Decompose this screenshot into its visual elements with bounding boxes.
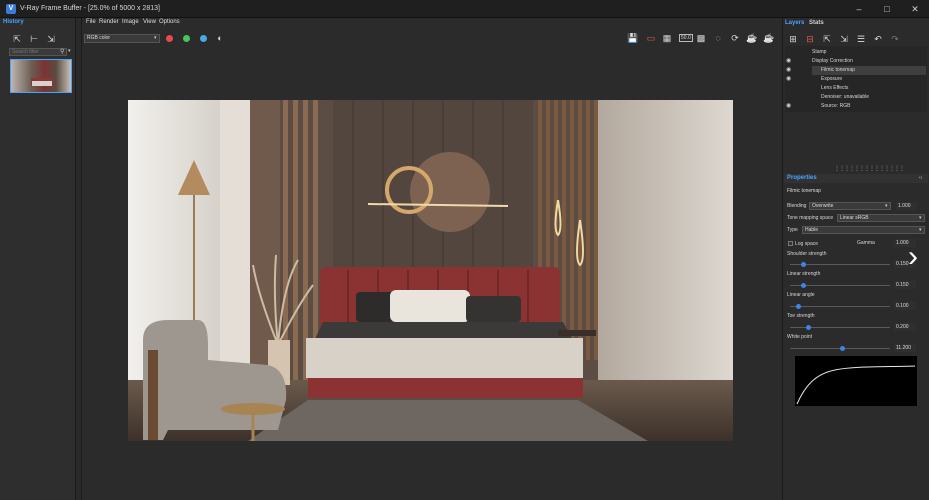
type-label: Type [787, 227, 798, 233]
red-channel-icon[interactable] [166, 35, 173, 42]
blending-label: Blending [787, 203, 807, 209]
linear-angle-knob[interactable] [796, 304, 801, 309]
chevron-down-icon[interactable]: ▾ [885, 203, 888, 209]
load-layers-icon[interactable]: ⇲ [838, 33, 850, 45]
linear-strength-field[interactable]: 0.150 [894, 281, 916, 289]
window-title: V-Ray Frame Buffer - [25.0% of 5000 x 28… [20, 5, 160, 12]
stop-render-icon[interactable]: ☕ [746, 32, 758, 44]
blending-amount-field[interactable]: 1.000 [896, 202, 918, 210]
blue-channel-icon[interactable] [200, 35, 207, 42]
save-layers-icon[interactable]: ⇱ [821, 33, 833, 45]
history-thumbnail[interactable] [10, 59, 72, 93]
tone-curve-line [796, 365, 916, 405]
thumbnail-sheet [32, 81, 52, 86]
close-icon[interactable]: ✕ [901, 0, 929, 18]
toe-strength-label: Toe strength [787, 313, 815, 319]
eye-icon[interactable]: ◉ [786, 66, 794, 74]
layer-source-rgb[interactable]: Source: RGB [821, 102, 929, 111]
eye-icon[interactable]: ◉ [786, 102, 794, 110]
save-history-icon[interactable]: ⇱ [11, 33, 23, 45]
status-bar [82, 492, 782, 500]
shoulder-strength-label: Shoulder strength [787, 251, 827, 257]
chevron-down-icon[interactable]: ▾ [919, 227, 922, 233]
linear-angle-slider[interactable] [790, 306, 890, 307]
layer-denoiser[interactable]: Denoiser: unavailable [821, 93, 929, 102]
toe-strength-slider[interactable] [790, 327, 890, 328]
blending-select[interactable]: Overwrite [809, 202, 891, 210]
menu-render[interactable]: Render [99, 19, 119, 25]
panel-resize-handle[interactable]: ⋮⋮⋮⋮⋮⋮⋮⋮⋮⋮⋮⋮⋮⋮ [834, 165, 905, 172]
collapse-icon[interactable]: ‹› [919, 175, 922, 181]
layer-display-correction[interactable]: Display Correction [812, 57, 926, 66]
redo-icon[interactable]: ↷ [889, 33, 901, 45]
log-space-checkbox[interactable] [788, 241, 793, 246]
region-render-icon[interactable]: ▦ [661, 32, 673, 44]
linear-strength-knob[interactable] [801, 283, 806, 288]
interactive-render-icon[interactable]: ⟳ [729, 32, 741, 44]
tab-stats[interactable]: Stats [809, 20, 824, 26]
toe-strength-field[interactable]: 0.200 [894, 323, 916, 331]
add-layer-icon[interactable]: ⊞ [787, 33, 799, 45]
white-point-label: White point [787, 334, 813, 340]
history-filter-input[interactable] [9, 48, 67, 56]
gamma-label: Gamma [857, 240, 875, 246]
bedroom-render [128, 100, 733, 441]
layer-lens-effects[interactable]: Lens Effects [821, 84, 929, 93]
compare-ab-icon[interactable]: ⊢ [28, 33, 40, 45]
log-space-label: Log space [795, 241, 819, 247]
delete-layer-icon[interactable]: ⊟ [804, 33, 816, 45]
save-image-icon[interactable]: 💾 [627, 32, 639, 44]
eye-icon[interactable]: ◉ [786, 57, 794, 65]
maximize-icon[interactable]: □ [873, 0, 901, 18]
teapot-render-icon[interactable]: ☕ [763, 32, 775, 44]
tone-mapping-space-label: Tone mapping space [787, 215, 834, 221]
lens-icon[interactable]: ◌ [712, 32, 724, 44]
layer-stamp[interactable]: Stamp [812, 48, 926, 57]
tab-layers[interactable]: Layers [785, 20, 804, 26]
linear-angle-field[interactable]: 0.100 [894, 302, 916, 310]
green-channel-icon[interactable] [183, 35, 190, 42]
layer-exposure[interactable]: Exposure [821, 75, 929, 84]
linear-strength-label: Linear strength [787, 271, 821, 277]
menu-options[interactable]: Options [159, 19, 180, 25]
white-point-field[interactable]: 11.200 [894, 344, 916, 352]
load-history-icon[interactable]: ⇲ [45, 33, 57, 45]
chevron-down-icon[interactable]: ▾ [919, 215, 922, 221]
white-point-knob[interactable] [840, 346, 845, 351]
history-tab[interactable]: History [3, 19, 43, 29]
clear-image-icon[interactable]: ▭ [645, 32, 657, 44]
search-icon[interactable]: ⚲ [60, 48, 68, 56]
eye-icon[interactable]: ◉ [786, 75, 794, 83]
properties-subtitle: Filmic tonemap [787, 188, 821, 194]
channel-select[interactable]: RGB color [84, 34, 160, 43]
properties-title: Properties [787, 175, 817, 181]
render-image[interactable] [128, 100, 733, 441]
chevron-right-icon[interactable]: › [900, 240, 926, 274]
toe-strength-knob[interactable] [806, 325, 811, 330]
tone-curve-graph [795, 356, 917, 406]
chevron-down-icon[interactable]: ▾ [154, 34, 157, 43]
zoom-level[interactable]: 50.0 [679, 34, 693, 42]
monochrome-icon[interactable]: ◐ [214, 32, 226, 44]
linear-angle-label: Linear angle [787, 292, 815, 298]
type-select[interactable]: Hable [802, 226, 925, 234]
tone-mapping-space-select[interactable]: Linear sRGB [837, 214, 925, 222]
chevron-down-icon[interactable]: ▾ [68, 48, 74, 56]
menu-file[interactable]: File [86, 19, 96, 25]
menu-image[interactable]: Image [122, 19, 139, 25]
layer-filmic-tonemap[interactable]: Filmic tonemap [821, 66, 929, 75]
shoulder-strength-knob[interactable] [801, 262, 806, 267]
layer-list-icon[interactable]: ☰ [855, 33, 867, 45]
undo-icon[interactable]: ↶ [872, 33, 884, 45]
menu-view[interactable]: View [143, 19, 156, 25]
minimize-icon[interactable]: – [845, 0, 873, 18]
menu-bar [82, 18, 782, 29]
track-mouse-icon[interactable]: ▩ [695, 32, 707, 44]
vray-icon: V [6, 4, 16, 14]
